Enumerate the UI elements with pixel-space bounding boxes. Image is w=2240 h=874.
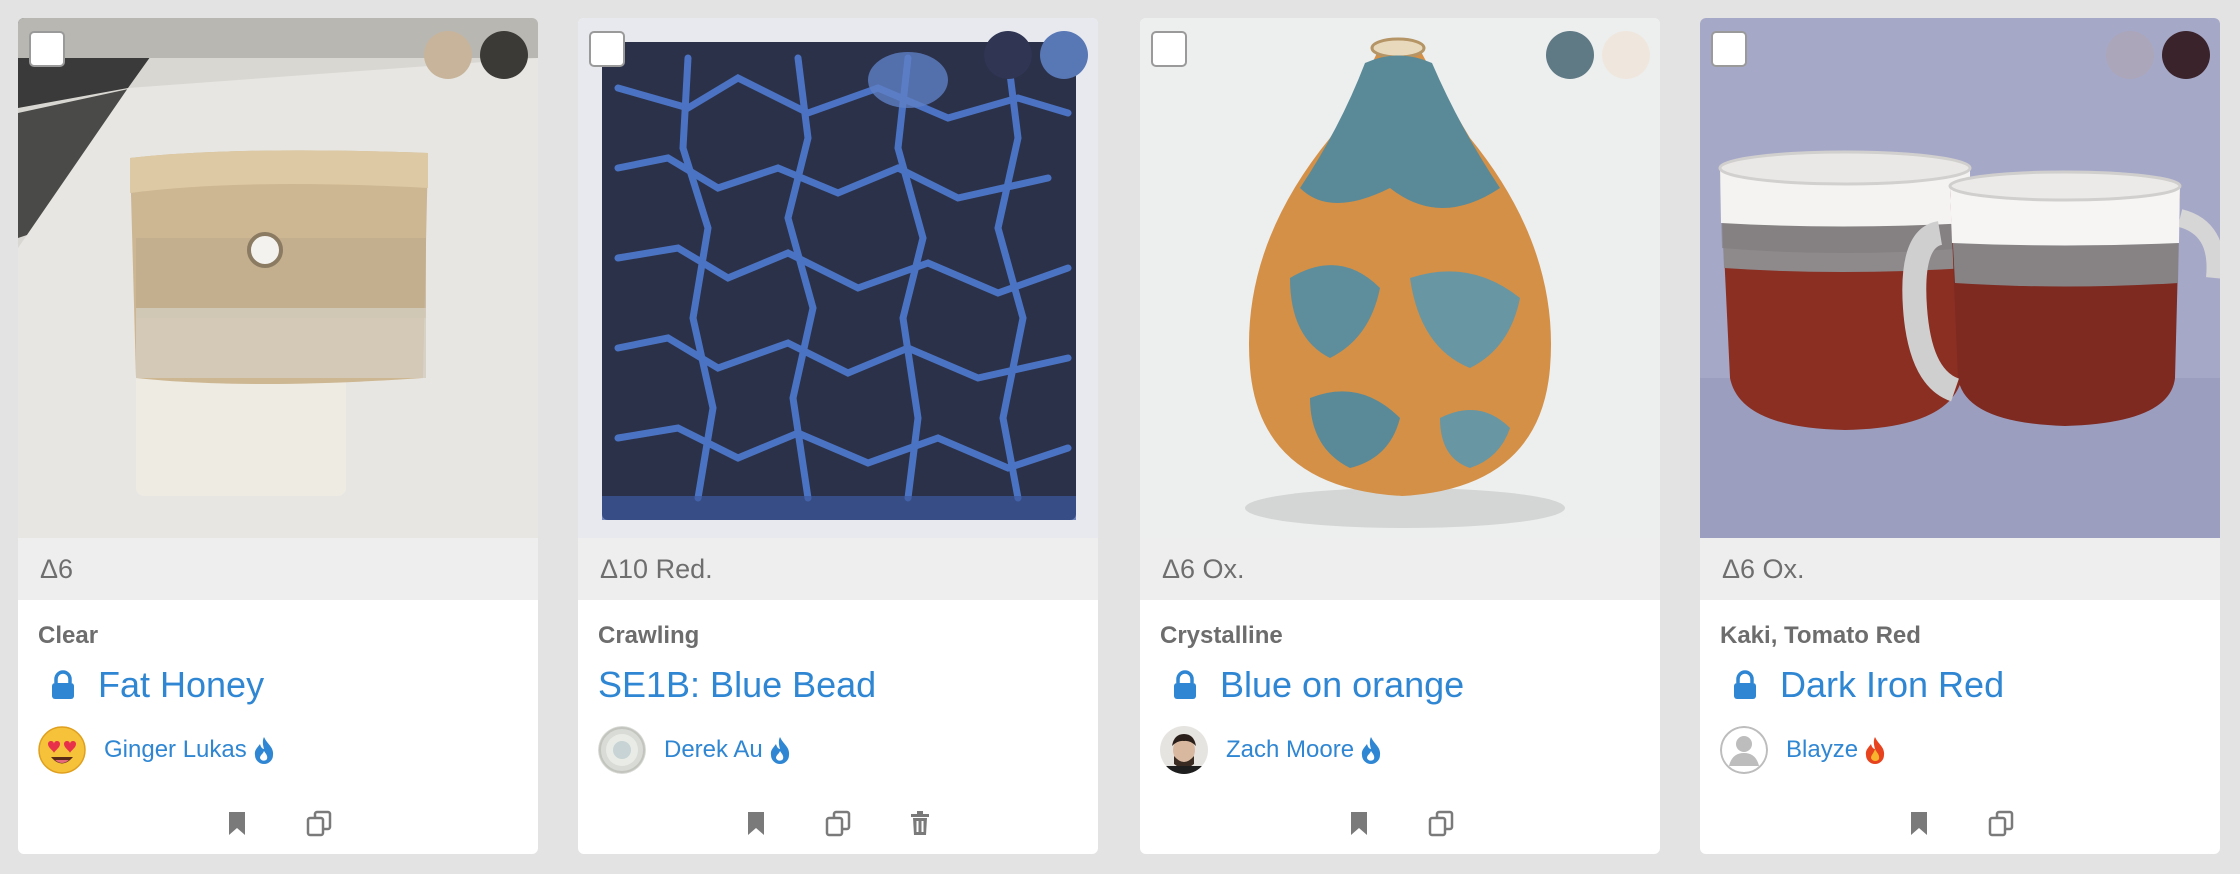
delete-button[interactable] (905, 808, 935, 838)
glaze-test-tile-image (18, 18, 538, 538)
duplicate-icon (825, 810, 851, 837)
flame-icon (1361, 737, 1381, 764)
cone-label: Δ6 (18, 538, 538, 600)
duplicate-button[interactable] (1426, 808, 1456, 838)
color-swatch (2162, 31, 2210, 79)
color-swatch (424, 31, 472, 79)
recipe-title-link[interactable]: Fat Honey (98, 664, 264, 706)
card-actions (578, 808, 1098, 838)
select-checkbox[interactable] (1711, 31, 1747, 67)
flame-icon (770, 737, 789, 764)
trash-icon (911, 811, 929, 835)
glaze-category: Clear (38, 622, 99, 649)
author-link[interactable]: Ginger Lukas (104, 736, 247, 764)
card-actions (18, 808, 538, 838)
recipe-photo[interactable] (18, 18, 538, 538)
heart-eyes-emoji-icon (38, 726, 86, 774)
pottery-photo-icon (598, 726, 646, 774)
duplicate-button[interactable] (1986, 808, 2016, 838)
color-swatch (2106, 31, 2154, 79)
recipe-photo[interactable] (1700, 18, 2220, 538)
duplicate-button[interactable] (823, 808, 853, 838)
person-photo-icon (1160, 726, 1208, 774)
cone-label: Δ6 Ox. (1700, 538, 2220, 600)
glaze-category: Crystalline (1160, 622, 1283, 649)
avatar[interactable] (1160, 726, 1208, 774)
bookmark-icon (229, 812, 245, 835)
color-swatches (1546, 31, 1650, 79)
select-checkbox[interactable] (29, 31, 65, 67)
select-checkbox[interactable] (589, 31, 625, 67)
bookmark-button[interactable] (222, 808, 252, 838)
recipe-photo[interactable] (578, 18, 1098, 538)
recipe-title-link[interactable]: Blue on orange (1220, 664, 1464, 706)
color-swatch (1040, 31, 1088, 79)
duplicate-icon (1988, 810, 2014, 837)
avatar[interactable] (38, 726, 86, 774)
bookmark-button[interactable] (741, 808, 771, 838)
color-swatches (424, 31, 528, 79)
lock-icon (1174, 670, 1196, 699)
recipe-title-link[interactable]: Dark Iron Red (1780, 664, 2004, 706)
duplicate-icon (306, 810, 332, 837)
recipe-card: Δ6 Ox. Crystalline Blue on orange Zach M… (1140, 18, 1660, 854)
color-swatch (1602, 31, 1650, 79)
color-swatches (2106, 31, 2210, 79)
bookmark-icon (1911, 812, 1927, 835)
color-swatch (1546, 31, 1594, 79)
crawling-glaze-tile-image (578, 18, 1098, 538)
recipe-card: Δ6 Ox. Kaki, Tomato Red Dark Iron Red Bl… (1700, 18, 2220, 854)
default-user-icon (1720, 726, 1768, 774)
crystalline-vase-image (1140, 18, 1660, 538)
color-swatch (984, 31, 1032, 79)
recipe-grid: Δ6 Clear Fat Honey Ginger Lukas Δ10 Red.… (0, 0, 2240, 874)
duplicate-icon (1428, 810, 1454, 837)
flame-icon (254, 737, 273, 764)
cone-label: Δ10 Red. (578, 538, 1098, 600)
avatar[interactable] (598, 726, 646, 774)
bookmark-button[interactable] (1344, 808, 1374, 838)
flame-icon (1865, 737, 1885, 764)
iron-red-mugs-image (1700, 18, 2220, 538)
recipe-photo[interactable] (1140, 18, 1660, 538)
recipe-card: Δ10 Red. Crawling SE1B: Blue Bead Derek … (578, 18, 1098, 854)
recipe-card: Δ6 Clear Fat Honey Ginger Lukas (18, 18, 538, 854)
color-swatches (984, 31, 1088, 79)
bookmark-icon (1351, 812, 1367, 835)
bookmark-icon (748, 812, 764, 835)
author-link[interactable]: Derek Au (664, 736, 763, 764)
avatar[interactable] (1720, 726, 1768, 774)
lock-icon (52, 670, 74, 699)
card-actions (1700, 808, 2220, 838)
duplicate-button[interactable] (304, 808, 334, 838)
author-link[interactable]: Zach Moore (1226, 736, 1354, 764)
glaze-category: Crawling (598, 622, 700, 649)
lock-icon (1734, 670, 1756, 699)
glaze-category: Kaki, Tomato Red (1720, 622, 1921, 649)
author-link[interactable]: Blayze (1786, 736, 1858, 764)
bookmark-button[interactable] (1904, 808, 1934, 838)
card-actions (1140, 808, 1660, 838)
cone-label: Δ6 Ox. (1140, 538, 1660, 600)
recipe-title-link[interactable]: SE1B: Blue Bead (598, 664, 876, 706)
color-swatch (480, 31, 528, 79)
select-checkbox[interactable] (1151, 31, 1187, 67)
